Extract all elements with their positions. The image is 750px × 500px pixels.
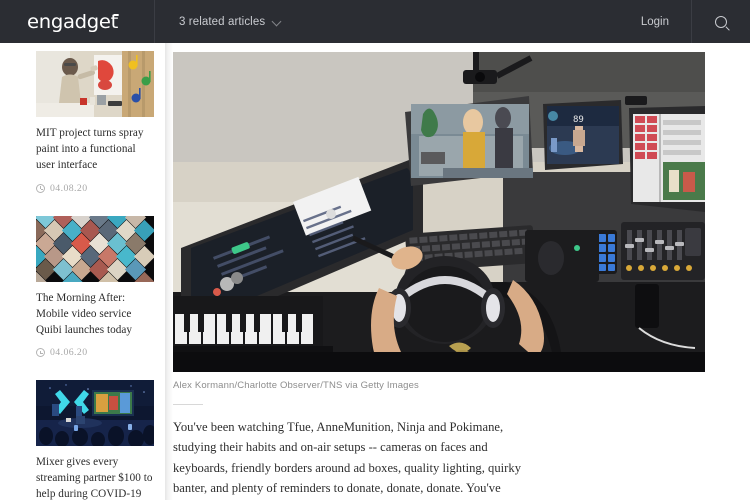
sidebar-divider (165, 43, 173, 500)
engadget-wordmark-icon: engadget (27, 10, 120, 33)
list-item-title[interactable]: Mixer gives every streaming partner $100… (36, 455, 154, 500)
list-item-date: 04.08.20 (50, 182, 88, 194)
list-item-date-row: 04.06.20 (36, 347, 154, 358)
list-item-title[interactable]: The Morning After: Mobile video service … (36, 291, 154, 339)
thumb-mit-spray-paint[interactable] (36, 51, 154, 117)
related-articles-dropdown[interactable]: 3 related articles (155, 0, 619, 43)
clock-icon (36, 183, 45, 193)
image-caption: Alex Kormann/Charlotte Observer/TNS via … (173, 380, 419, 391)
site-header: engadget 3 related articles Login (0, 0, 750, 43)
list-item-date: 04.06.20 (50, 347, 88, 359)
list-item[interactable]: MIT project turns spray paint into a fun… (36, 51, 154, 194)
login-button[interactable]: Login (619, 0, 692, 43)
thumb-quibi-mosaic[interactable] (36, 215, 154, 282)
clock-icon (36, 348, 45, 358)
search-button[interactable] (692, 0, 750, 43)
list-item-date-row: 04.08.20 (36, 183, 154, 194)
logo-link[interactable]: engadget (0, 0, 155, 43)
page-body: MIT project turns spray paint into a fun… (0, 43, 750, 500)
list-item[interactable]: Mixer gives every streaming partner $100… (36, 380, 154, 500)
search-icon (715, 15, 727, 28)
related-articles-label: 3 related articles (179, 15, 266, 28)
login-label: Login (640, 15, 669, 28)
body-text-part-1: You've been watching Tfue, AnneMunition,… (173, 420, 521, 496)
article-body: You've been watching Tfue, AnneMunition,… (173, 417, 521, 500)
article-main: 89 Alex Kormann/Charlotte Observer/TNS v… (173, 43, 750, 500)
thumb-mixer-stage[interactable] (36, 380, 154, 447)
chevron-down-icon (273, 17, 282, 26)
hero-streaming-desk-setup: 89 (173, 52, 705, 372)
section-divider (173, 404, 203, 405)
list-item[interactable]: The Morning After: Mobile video service … (36, 215, 154, 358)
header-actions: Login (619, 0, 750, 43)
related-articles-sidebar: MIT project turns spray paint into a fun… (0, 43, 165, 500)
svg-text:89: 89 (573, 115, 584, 125)
list-item-title[interactable]: MIT project turns spray paint into a fun… (36, 126, 154, 174)
